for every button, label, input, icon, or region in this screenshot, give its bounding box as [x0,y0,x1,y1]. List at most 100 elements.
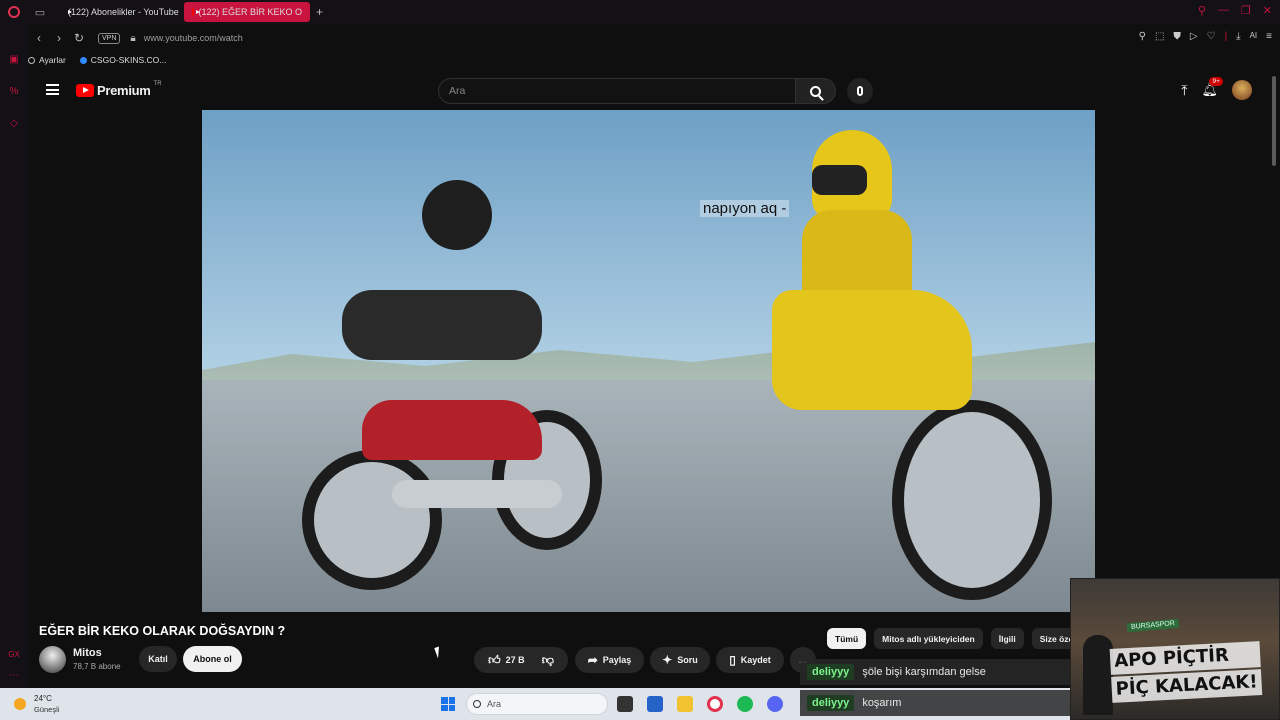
sparkle-icon: ✦ [662,653,673,667]
sun-icon[interactable] [14,698,26,710]
restore-button[interactable]: ❐ [1241,4,1251,17]
youtube-play-icon [76,84,94,97]
notifications-button[interactable]: 🔔︎ 9+ [1201,77,1223,98]
reload-button[interactable]: ↻ [70,31,88,45]
save-button[interactable]: ▯ Kaydet [716,647,784,673]
chat-text: koşarım [862,697,902,709]
tab-current-video[interactable]: (122) EĞER BİR KEKO O [184,2,310,22]
microphone-icon [857,86,863,96]
save-label: Kaydet [740,655,771,665]
forward-button[interactable]: › [50,31,68,45]
screen: ▭ (122) Abonelikler - YouTube (122) EĞER… [0,0,1280,720]
task-view-icon[interactable] [617,696,633,712]
video-player[interactable]: napıyon aq - [202,110,1095,612]
close-button[interactable]: ✕ [1263,4,1272,17]
chip-all[interactable]: Tümü [827,628,867,649]
tab-menu-icon[interactable]: ▭ [28,0,52,24]
bookmark-csgo-skins[interactable]: CSGO-SKINS.CO... [79,55,167,65]
search-input[interactable] [439,79,795,103]
video-title: EĞER BİR KEKO OLARAK DOĞSAYDIN ? [39,624,286,638]
avatar[interactable] [1232,80,1252,100]
dislike-icon[interactable]: 👎︎ [542,653,554,668]
snapshot-icon[interactable]: ⬚ [1155,31,1164,42]
address-bar: ‹ › ↻ VPN 🔒︎ www.youtube.com/watch ⚲ ⬚ ⛊… [28,26,1280,50]
url-field[interactable]: www.youtube.com/watch [144,33,243,43]
like-count[interactable]: 27 B [506,655,525,665]
store-icon[interactable] [647,696,663,712]
like-icon[interactable]: 👍︎ [488,653,501,668]
chip-from-uploader[interactable]: Mitos adlı yükleyiciden [874,628,983,649]
video-caption: napıyon aq - [700,200,790,217]
share-button[interactable]: ➦ Paylaş [575,647,644,673]
related-filter-chips: Tümü Mitos adlı yükleyiciden İlgili Size… [827,628,1082,649]
channel-avatar[interactable] [39,646,66,673]
page-scrollbar[interactable] [1272,76,1276,166]
opera-logo-icon[interactable] [0,0,28,24]
chip-related[interactable]: İlgili [990,628,1024,649]
play-icon[interactable]: ▷ [1190,31,1198,42]
overlay-banner: APO PİÇTİR PİÇ KALACAK! [1109,641,1263,705]
bookmark-label: CSGO-SKINS.CO... [90,55,167,65]
back-button[interactable]: ‹ [30,31,48,45]
pin-icon[interactable]: ⚲ [1139,31,1146,42]
lock-icon[interactable]: 🔒︎ [130,33,135,44]
stream-overlay-image: BURSASPOR APO PİÇTİR PİÇ KALACAK! [1070,578,1280,720]
search-button[interactable] [795,78,836,104]
gear-icon [28,56,35,64]
youtube-favicon-icon [192,8,202,16]
heart-icon[interactable]: ♡ [1207,31,1216,42]
yellow-motorcycle-illustration [762,130,1062,600]
chat-icon[interactable]: ◇ [8,118,20,130]
browser-tab-strip: ▭ (122) Abonelikler - YouTube (122) EĞER… [0,0,1280,24]
more-icon[interactable]: ⋯ [8,670,20,682]
vpn-badge[interactable]: VPN [98,32,121,44]
search-box [438,78,796,104]
percent-icon[interactable]: % [8,86,20,98]
chat-message: deliyyy koşarım [800,690,1070,716]
join-button[interactable]: Katıl [139,646,177,672]
minimize-button[interactable]: — [1218,4,1229,17]
ask-button[interactable]: ✦ Soru [650,647,710,673]
taskbar-search[interactable]: Ara [466,693,608,715]
upload-icon[interactable]: ⤒ [1181,82,1187,99]
search-icon [473,700,481,708]
opera-gx-icon[interactable] [707,696,723,712]
subscribe-button[interactable]: Abone ol [183,646,242,672]
wallet-icon[interactable]: ▣ [8,54,20,66]
gx-icon[interactable]: GX [8,650,20,662]
discord-icon[interactable] [767,696,783,712]
shield-icon[interactable]: ⛊ [1173,31,1181,42]
channel-name[interactable]: Mitos [73,647,102,659]
divider-icon: | [1224,31,1228,42]
overlay-person [1083,635,1113,715]
youtube-premium-logo[interactable]: Premium TR [76,81,162,98]
chat-username: deliyyy [807,695,855,711]
taskbar-apps [617,696,783,712]
chat-username: deliyyy [807,664,855,680]
notification-badge: 9+ [1209,77,1223,86]
chat-message: deliyyy şöle bişi karşımdan gelse [800,659,1070,685]
file-explorer-icon[interactable] [677,696,693,712]
like-dislike-group: 👍︎ 27 B 👎︎ [474,647,568,673]
weather-temperature[interactable]: 24°C [34,694,52,703]
search-icon[interactable]: ⚲ [1198,4,1206,17]
masthead-actions: ⤒ 🔔︎ 9+ [1181,77,1252,100]
address-tools: ⚲ ⬚ ⛊ ▷ ♡ | ⤓ AI ≡ [1139,31,1272,42]
voice-search-button[interactable] [847,78,873,104]
ai-button[interactable]: AI [1250,31,1258,42]
hamburger-menu-icon[interactable] [46,84,59,95]
share-icon: ➦ [587,653,598,667]
subscriber-count: 78,7 B abone [73,662,121,671]
windows-start-icon[interactable] [441,697,455,711]
taskbar-search-placeholder: Ara [487,699,502,709]
menu-icon[interactable]: ≡ [1266,31,1272,42]
spotify-icon[interactable] [737,696,753,712]
weather-condition[interactable]: Güneşli [34,705,59,714]
window-controls: ⚲ — ❐ ✕ [1198,4,1272,17]
bookmark-settings[interactable]: Ayarlar [28,55,66,65]
download-icon[interactable]: ⤓ [1236,31,1240,42]
new-tab-button[interactable]: + [316,5,323,19]
overlay-line-2: PİÇ KALACAK! [1111,669,1263,703]
share-label: Paylaş [602,655,632,665]
tab-subscriptions[interactable]: (122) Abonelikler - YouTube [56,2,180,22]
